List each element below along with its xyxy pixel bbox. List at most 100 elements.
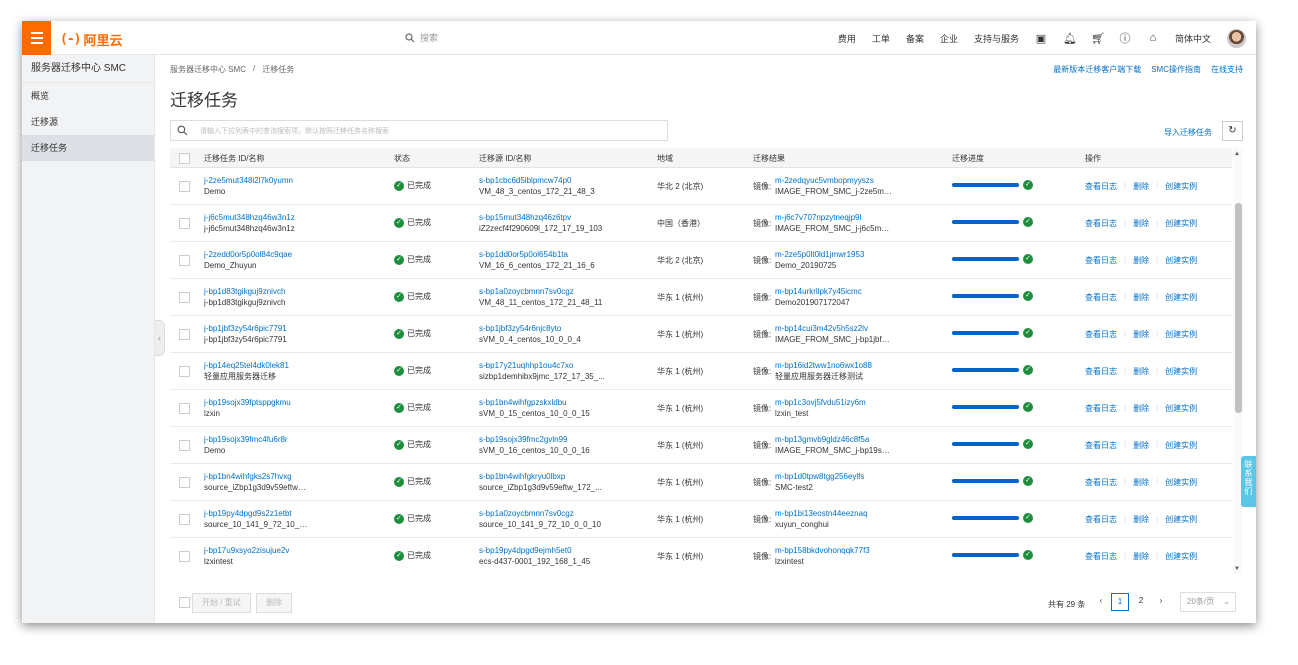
row-checkbox[interactable] [179,477,190,488]
source-id-link[interactable]: s-bp19py4dpgd9ejmh5et0 [479,545,649,556]
delete-link[interactable]: 删除 [1133,329,1149,340]
page-size-select[interactable]: 20条/页 ⌄ [1180,592,1236,612]
create-instance-link[interactable]: 创建实例 [1165,551,1197,562]
source-id-link[interactable]: s-bp19sojx39fmc2gvln99 [479,434,649,445]
row-checkbox[interactable] [179,255,190,266]
row-checkbox[interactable] [179,551,190,562]
source-id-link[interactable]: s-bp1a0zoycbmnn7sv0cgz [479,286,649,297]
contact-us-button[interactable]: 联 系 我 们 [1241,456,1256,507]
row-checkbox[interactable] [179,440,190,451]
delete-link[interactable]: 删除 [1133,366,1149,377]
create-instance-link[interactable]: 创建实例 [1165,329,1197,340]
task-id-link[interactable]: j-bp1d83tgikguj9znivch [204,286,384,297]
nav-fee[interactable]: 费用 [838,32,856,45]
delete-link[interactable]: 删除 [1133,514,1149,525]
source-id-link[interactable]: s-bp1bn4wihfgkryu0lbxp [479,471,649,482]
prev-page-button[interactable]: ‹ [1092,593,1110,611]
aliyun-logo[interactable]: (-) 阿里云 [60,30,123,49]
view-log-link[interactable]: 查看日志 [1085,329,1117,340]
terminal-icon[interactable]: ▣ [1035,32,1047,45]
image-id-link[interactable]: m-2zedqyuc5vmbopmyyszs [775,175,893,186]
import-task-link[interactable]: 导入迁移任务 [1164,127,1212,138]
view-log-link[interactable]: 查看日志 [1085,181,1117,192]
online-support-link[interactable]: 在线支持 [1211,64,1243,75]
breadcrumb-root[interactable]: 服务器迁移中心 SMC [170,64,246,75]
view-log-link[interactable]: 查看日志 [1085,366,1117,377]
view-log-link[interactable]: 查看日志 [1085,440,1117,451]
delete-link[interactable]: 删除 [1133,477,1149,488]
image-id-link[interactable]: m-bp13gmvb9gldz46c8f5a [775,434,893,445]
bell-icon[interactable]: 🔔︎ [1063,32,1077,45]
image-id-link[interactable]: m-bp1c3ovj5fvdu51izy6m [775,397,893,408]
footer-select-all-checkbox[interactable] [179,597,190,608]
source-id-link[interactable]: s-bp1cbc6d5iblpmcw74p0 [479,175,649,186]
sidebar-item-tasks[interactable]: 迁移任务 [22,135,154,161]
image-id-link[interactable]: m-bp14urkrllpk7y45icmc [775,286,893,297]
nav-ticket[interactable]: 工单 [872,32,890,45]
nav-filing[interactable]: 备案 [906,32,924,45]
row-checkbox[interactable] [179,514,190,525]
sidebar-item-sources[interactable]: 迁移源 [22,109,154,135]
page-2-button[interactable]: 2 [1132,593,1150,611]
task-id-link[interactable]: j-2zedd0or5p0ol84c9qae [204,249,384,260]
source-id-link[interactable]: s-bp17y21uqhhp1ou4c7xo [479,360,649,371]
view-log-link[interactable]: 查看日志 [1085,551,1117,562]
create-instance-link[interactable]: 创建实例 [1165,218,1197,229]
delete-link[interactable]: 删除 [1133,292,1149,303]
create-instance-link[interactable]: 创建实例 [1165,255,1197,266]
row-checkbox[interactable] [179,403,190,414]
view-log-link[interactable]: 查看日志 [1085,403,1117,414]
scroll-down-arrow[interactable]: ▼ [1234,566,1240,572]
page-1-button[interactable]: 1 [1111,593,1129,611]
sidebar-collapse-button[interactable]: ‹ [155,320,165,356]
create-instance-link[interactable]: 创建实例 [1165,440,1197,451]
guide-link[interactable]: SMC操作指南 [1151,64,1201,75]
create-instance-link[interactable]: 创建实例 [1165,514,1197,525]
nav-enterprise[interactable]: 企业 [940,32,958,45]
source-id-link[interactable]: s-bp1a0zoycbmnn7sv0cgz [479,508,649,519]
image-id-link[interactable]: m-bp16id2tww1no6wx1o88 [775,360,893,371]
start-retry-button[interactable]: 开始 / 重试 [192,593,251,613]
row-checkbox[interactable] [179,329,190,340]
home-icon[interactable]: ⌂ [1147,32,1159,44]
delete-link[interactable]: 删除 [1133,551,1149,562]
batch-delete-button[interactable]: 删除 [256,593,292,613]
table-scrollbar-thumb[interactable] [1235,203,1242,413]
select-all-checkbox[interactable] [179,153,190,164]
task-id-link[interactable]: j-2ze5mut348i2l7k0yumn [204,175,384,186]
image-id-link[interactable]: m-j6c7v707npzytneqjp9l [775,212,893,223]
task-id-link[interactable]: j-bp1bn4wihfgks2s7hvxg [204,471,384,482]
avatar[interactable] [1227,28,1246,48]
refresh-button[interactable]: ↻ [1222,121,1243,141]
task-id-link[interactable]: j-bp17u9xsyo2zisujue2v [204,545,384,556]
create-instance-link[interactable]: 创建实例 [1165,366,1197,377]
task-id-link[interactable]: j-j6c5mut348hzq46w3n1z [204,212,384,223]
view-log-link[interactable]: 查看日志 [1085,218,1117,229]
image-id-link[interactable]: m-bp158bkdvohonqqk77f3 [775,545,893,556]
view-log-link[interactable]: 查看日志 [1085,292,1117,303]
row-checkbox[interactable] [179,366,190,377]
view-log-link[interactable]: 查看日志 [1085,514,1117,525]
row-checkbox[interactable] [179,292,190,303]
create-instance-link[interactable]: 创建实例 [1165,181,1197,192]
row-checkbox[interactable] [179,181,190,192]
source-id-link[interactable]: s-bp1bn4wihfgpzskxldbu [479,397,649,408]
image-id-link[interactable]: m-bp1bi13eostn44eeznaq [775,508,893,519]
task-id-link[interactable]: j-bp19sojx39fptsppgkmu [204,397,384,408]
delete-link[interactable]: 删除 [1133,440,1149,451]
task-id-link[interactable]: j-bp14eq25tel4dk0lek81 [204,360,384,371]
source-id-link[interactable]: s-bp15mut348hzq46z6tpv [479,212,649,223]
task-id-link[interactable]: j-bp19sojx39fmc4fu6r8r [204,434,384,445]
global-search[interactable]: 搜索 [405,31,438,44]
task-id-link[interactable]: j-bp19py4dpgd9s2z1etbt [204,508,384,519]
cart-icon[interactable]: 🛒︎ [1091,32,1105,45]
hamburger-menu-button[interactable] [22,21,51,55]
image-id-link[interactable]: m-bp14cui3m42v5h5sz2lv [775,323,893,334]
client-download-link[interactable]: 最新版本迁移客户端下载 [1053,64,1141,75]
delete-link[interactable]: 删除 [1133,403,1149,414]
source-id-link[interactable]: s-bp1dd0or5p0ol654b1ta [479,249,649,260]
source-id-link[interactable]: s-bp1jbf3zy54r6njc8yto [479,323,649,334]
language-switch[interactable]: 简体中文 [1175,32,1211,45]
delete-link[interactable]: 删除 [1133,181,1149,192]
create-instance-link[interactable]: 创建实例 [1165,403,1197,414]
